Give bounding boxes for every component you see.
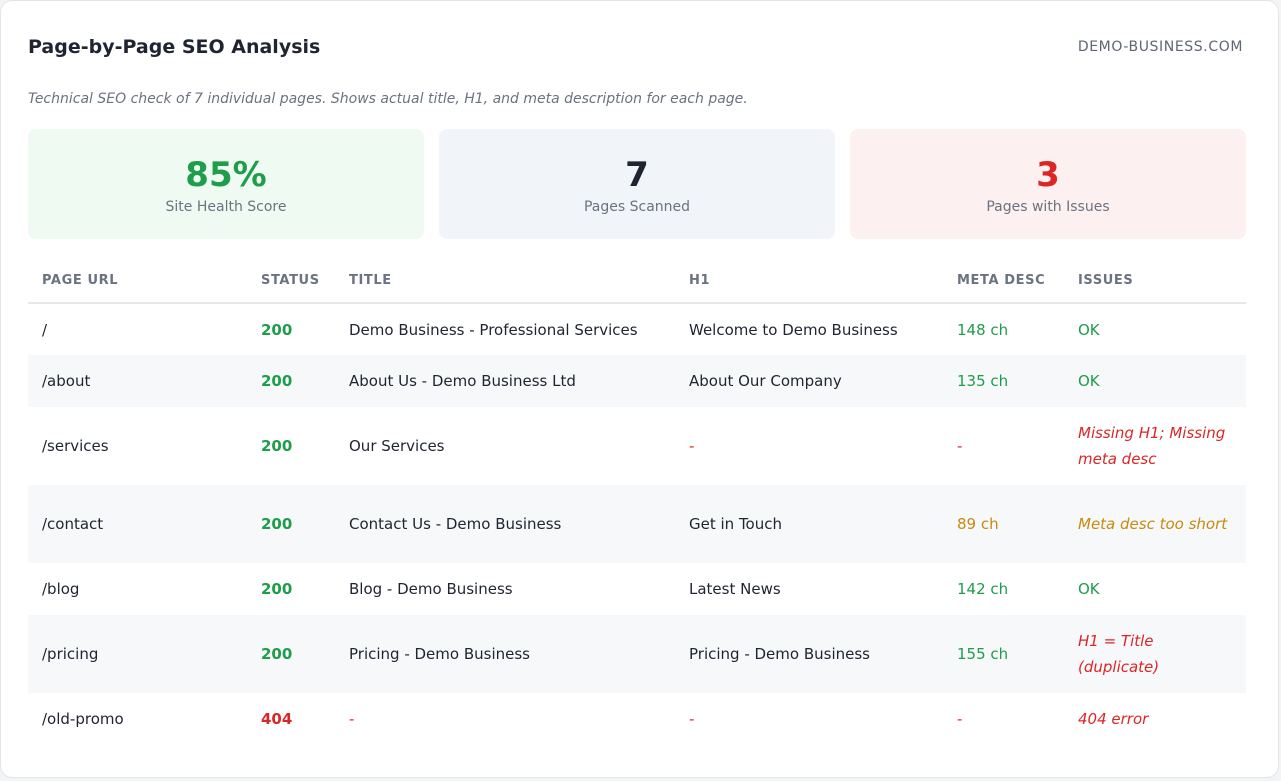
cell-h1: -: [689, 437, 695, 455]
cell-url: /pricing: [42, 645, 99, 663]
cell-title: -: [349, 710, 355, 728]
cell-meta-desc: 135 ch: [957, 372, 1009, 390]
cell-status: 200: [261, 645, 293, 663]
cell-h1: Get in Touch: [689, 515, 782, 533]
table-row: /blog 200 Blog - Demo Business Latest Ne…: [28, 563, 1246, 615]
stat-label: Pages Scanned: [583, 199, 691, 215]
col-header-meta-desc: META DESC: [943, 258, 1064, 304]
page-subtitle: Technical SEO check of 7 individual page…: [28, 91, 748, 107]
cell-issues: H1 = Title (duplicate): [1078, 632, 1160, 676]
cell-url: /old-promo: [42, 710, 124, 728]
cell-issues: OK: [1078, 580, 1100, 598]
cell-issues: Meta desc too short: [1078, 515, 1228, 533]
cell-status: 200: [261, 372, 293, 390]
stats-row: 85% Site Health Score 7 Pages Scanned 3 …: [28, 129, 1246, 239]
cell-h1: About Our Company: [689, 372, 842, 390]
table-row: /old-promo 404 - - - 404 error: [28, 693, 1246, 745]
cell-status: 200: [261, 515, 293, 533]
stat-label: Pages with Issues: [986, 199, 1110, 215]
cell-status: 200: [261, 437, 293, 455]
stat-value: 85%: [185, 155, 267, 195]
cell-h1: Pricing - Demo Business: [689, 645, 870, 663]
cell-status: 200: [261, 580, 293, 598]
cell-title: Our Services: [349, 437, 445, 455]
card-header: Page-by-Page SEO Analysis DEMO-BUSINESS.…: [28, 33, 1243, 61]
cell-meta-desc: 148 ch: [957, 320, 1009, 339]
cell-issues: Missing H1; Missing meta desc: [1078, 424, 1226, 468]
cell-title: Blog - Demo Business: [349, 580, 513, 598]
cell-meta-desc: 155 ch: [957, 645, 1009, 663]
stat-label: Site Health Score: [165, 199, 287, 215]
cell-url: /: [42, 320, 48, 339]
cell-h1: Latest News: [689, 580, 781, 598]
col-header-page-url: PAGE URL: [28, 258, 247, 304]
cell-meta-desc: -: [957, 710, 963, 728]
cell-status: 200: [261, 320, 293, 339]
page-title: Page-by-Page SEO Analysis: [28, 36, 321, 58]
table-header-row: PAGE URL STATUS TITLE H1 META DESC ISSUE…: [28, 258, 1246, 304]
stat-pages-scanned: 7 Pages Scanned: [439, 129, 835, 239]
stat-value: 3: [1036, 155, 1060, 195]
cell-issues: OK: [1078, 320, 1100, 339]
cell-title: Contact Us - Demo Business: [349, 515, 562, 533]
cell-title: About Us - Demo Business Ltd: [349, 372, 576, 390]
cell-issues: OK: [1078, 372, 1100, 390]
cell-title: Demo Business - Professional Services: [349, 320, 638, 339]
stat-health-score: 85% Site Health Score: [28, 129, 424, 239]
cell-meta-desc: 142 ch: [957, 580, 1009, 598]
cell-url: /blog: [42, 580, 80, 598]
table-row: /pricing 200 Pricing - Demo Business Pri…: [28, 615, 1246, 693]
col-header-h1: H1: [675, 258, 943, 304]
cell-url: /contact: [42, 515, 104, 533]
table-row: / 200 Demo Business - Professional Servi…: [28, 303, 1246, 355]
cell-h1: -: [689, 710, 695, 728]
cell-status: 404: [261, 710, 293, 728]
cell-title: Pricing - Demo Business: [349, 645, 530, 663]
cell-meta-desc: -: [957, 437, 963, 455]
col-header-issues: ISSUES: [1064, 258, 1246, 304]
col-header-status: STATUS: [247, 258, 335, 304]
seo-analysis-card: Page-by-Page SEO Analysis DEMO-BUSINESS.…: [0, 0, 1279, 778]
cell-issues: 404 error: [1078, 710, 1149, 728]
domain-label: DEMO-BUSINESS.COM: [1077, 39, 1243, 55]
cell-url: /services: [42, 437, 109, 455]
cell-h1: Welcome to Demo Business: [689, 320, 898, 339]
cell-meta-desc: 89 ch: [957, 515, 999, 533]
table-row: /services 200 Our Services - - Missing H…: [28, 407, 1246, 485]
table-row: /contact 200 Contact Us - Demo Business …: [28, 485, 1246, 563]
stat-pages-with-issues: 3 Pages with Issues: [850, 129, 1246, 239]
table-row: /about 200 About Us - Demo Business Ltd …: [28, 355, 1246, 407]
seo-table: PAGE URL STATUS TITLE H1 META DESC ISSUE…: [28, 258, 1246, 745]
stat-value: 7: [625, 155, 649, 195]
cell-url: /about: [42, 372, 91, 390]
col-header-title: TITLE: [335, 258, 675, 304]
